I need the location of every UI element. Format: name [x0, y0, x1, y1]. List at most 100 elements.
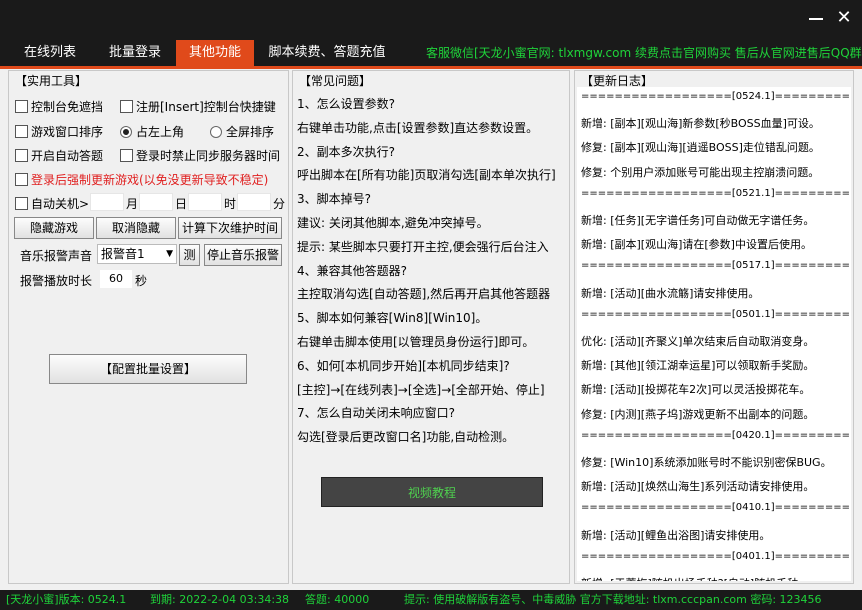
changelog-version-separator: ==================[0517.1]==============… — [581, 260, 851, 272]
changelog-version-separator: ==================[0410.1]==============… — [581, 502, 851, 514]
faq-line: [主控]→[在线列表]→[全选]→[全部开始、停止] — [297, 382, 545, 397]
checkbox[interactable] — [15, 125, 28, 138]
alarm-duration-input[interactable]: 60 — [100, 270, 132, 288]
checkbox[interactable] — [120, 149, 133, 162]
tab-renewal-recharge[interactable]: 脚本续费、答题充值 — [262, 40, 392, 66]
option-label: 占左上角 — [136, 125, 185, 139]
faq-line: 5、脚本如何兼容[Win8][Win10]。 — [297, 311, 488, 326]
changelog-panel: 【更新日志】 ==================[0524.1]=======… — [574, 70, 854, 584]
changelog-entry: 新增: [于蓉梅]随机出场千种?[自动]随机千种 — [581, 575, 798, 581]
title-bar: ✕ — [0, 0, 862, 40]
changelog-entry: 新增: [活动][焕然山海生]系列活动请安排使用。 — [581, 480, 815, 494]
config-batch-button[interactable]: 【配置批量设置】 — [49, 354, 247, 384]
changelog-entry: 新增: [任务][无字谱任务]可自动做无字谱任务。 — [581, 214, 815, 227]
shutdown-day-input[interactable] — [139, 193, 173, 211]
option-label: 全屏排序 — [226, 125, 275, 139]
status-tip: 提示: 使用破解版有盗号、中毒威胁 官方下载地址: tlxm.cccpan.co… — [404, 593, 822, 606]
alarm-sound-select[interactable]: 报警音1 ▼ — [97, 244, 177, 264]
day-unit: 日 — [175, 197, 188, 211]
status-version: [天龙小蜜]版本: 0524.1 — [6, 593, 127, 606]
changelog-version-separator: ==================[0401.1]==============… — [581, 550, 851, 562]
faq-line: 右键单击脚本使用[以管理员身份运行]即可。 — [297, 335, 535, 349]
changelog-entry: 修复: [Win10]系统添加账号时不能识别密保BUG。 — [581, 456, 832, 469]
changelog-list[interactable]: ==================[0524.1]==============… — [577, 87, 851, 581]
option-label: 游戏窗口排序 — [31, 125, 104, 139]
faq-line: 6、如何[本机同步开始][本机同步结束]? — [297, 358, 510, 373]
checkbox[interactable] — [15, 173, 28, 186]
faq-line: 提示: 某些脚本只要打开主控,便会强行后台注入 — [297, 239, 549, 254]
faq-line: 呼出脚本在[所有功能]页取消勾选[副本单次执行] — [297, 168, 556, 183]
changelog-version-separator: ==================[0501.1]==============… — [581, 308, 851, 320]
alarm-duration-label: 报警播放时长 — [20, 274, 93, 288]
option-label: 自动关机> — [31, 197, 90, 211]
changelog-entry: 新增: [活动][投掷花车2次]可以灵活投掷花车。 — [581, 383, 811, 397]
checkbox[interactable] — [15, 197, 28, 210]
option-label: 控制台免遮挡 — [31, 100, 104, 114]
faq-panel: 【常见问题】 1、怎么设置参数? 右键单击功能,点击[设置参数]直达参数设置。 2、… — [292, 70, 570, 584]
hour-unit: 时 — [224, 197, 237, 211]
disable-sync-option[interactable]: 登录时禁止同步服务器时间 — [120, 147, 280, 164]
radio-selected[interactable] — [120, 126, 132, 138]
faq-line: 建议: 关闭其他脚本,避免冲突掉号。 — [297, 216, 489, 230]
faq-line: 4、兼容其他答题器? — [297, 263, 408, 278]
calc-maintenance-button[interactable]: 计算下次维护时间 — [178, 217, 282, 239]
seconds-unit: 秒 — [135, 274, 148, 288]
tab-batch-login[interactable]: 批量登录 — [96, 40, 174, 66]
checkbox[interactable] — [15, 149, 28, 162]
test-sound-button[interactable]: 测 — [179, 244, 200, 266]
changelog-entry: 新增: [活动][曲水流觞]请安排使用。 — [581, 286, 760, 300]
video-tutorial-button[interactable]: 视频教程 — [321, 477, 543, 507]
force-update-option[interactable]: 登录后强制更新游戏(以免没更新导致不稳定) — [15, 171, 268, 188]
option-label: 开启自动答题 — [31, 149, 104, 163]
tools-title: 【实用工具】 — [15, 74, 88, 88]
status-answers: 答题: 40000 — [305, 593, 370, 606]
shutdown-hour-input[interactable] — [188, 193, 222, 211]
month-unit: 月 — [126, 197, 139, 211]
radio[interactable] — [210, 126, 222, 138]
stop-music-button[interactable]: 停止音乐报警 — [204, 244, 282, 266]
shutdown-month-input[interactable] — [90, 193, 124, 211]
minimize-button[interactable] — [804, 6, 828, 30]
faq-line: 勾选[登录后更改窗口名]功能,自动检测。 — [297, 430, 515, 445]
faq-line: 3、脚本掉号? — [297, 192, 372, 207]
shutdown-minute-input[interactable] — [237, 193, 271, 211]
full-screen-radio[interactable]: 全屏排序 — [210, 123, 274, 140]
tab-other-functions[interactable]: 其他功能 — [176, 40, 254, 66]
changelog-version-separator: ==================[0524.1]==============… — [581, 91, 851, 102]
register-hotkey-option[interactable]: 注册[Insert]控制台快捷键 — [120, 98, 276, 115]
changelog-entry: 新增: [副本][观山海]新参数[秒BOSS血量]可设。 — [581, 117, 820, 131]
faq-line: 2、副本多次执行? — [297, 144, 396, 159]
auto-shutdown-option[interactable]: 自动关机> — [15, 195, 89, 212]
checkbox[interactable] — [120, 100, 133, 113]
changelog-version-separator: ==================[0521.1]==============… — [581, 187, 851, 199]
chevron-down-icon: ▼ — [166, 249, 173, 259]
option-label: 注册[Insert]控制台快捷键 — [136, 100, 276, 114]
faq-line: 主控取消勾选[自动答题],然后再开启其他答题器 — [297, 287, 551, 302]
faq-line: 1、怎么设置参数? — [297, 97, 396, 111]
auto-answer-option[interactable]: 开启自动答题 — [15, 147, 103, 164]
tab-online-list[interactable]: 在线列表 — [0, 40, 100, 66]
changelog-entry: 新增: [活动][鲤鱼出浴图]请安排使用。 — [581, 528, 771, 542]
changelog-version-separator: ==================[0420.1]==============… — [581, 429, 851, 441]
checkbox[interactable] — [15, 100, 28, 113]
tab-bar: 在线列表 批量登录 其他功能 脚本续费、答题充值 客服微信[天龙小蜜官网: tl… — [0, 40, 862, 69]
option-label: 登录后强制更新游戏(以免没更新导致不稳定) — [31, 173, 269, 187]
faq-line: 右键单击功能,点击[设置参数]直达参数设置。 — [297, 120, 539, 135]
status-bar: [天龙小蜜]版本: 0524.1 到期: 2022-2-04 03:34:38 … — [0, 590, 862, 610]
status-expiry: 到期: 2022-2-04 03:34:38 — [150, 593, 290, 606]
unhide-button[interactable]: 取消隐藏 — [96, 217, 176, 239]
minute-unit: 分 — [273, 197, 286, 211]
close-button[interactable]: ✕ — [832, 6, 856, 30]
changelog-entry: 优化: [活动][齐聚义]单次结束后自动取消变身。 — [581, 335, 815, 348]
minimize-icon — [809, 18, 823, 20]
music-alarm-label: 音乐报警声音 — [20, 249, 93, 263]
support-notice: 客服微信[天龙小蜜官网: tlxmgw.com 续费点击官网购买 售后从官网进售… — [426, 46, 862, 60]
changelog-entry: 修复: [副本][观山海][逍遥BOSS]走位错乱问题。 — [581, 141, 820, 155]
console-no-cover-option[interactable]: 控制台免遮挡 — [15, 98, 103, 115]
changelog-entry: 修复: 个别用户添加账号可能出现主控崩溃问题。 — [581, 165, 820, 179]
sort-windows-option[interactable]: 游戏窗口排序 — [15, 123, 103, 140]
faq-line: 7、怎么自动关闭未响应窗口? — [297, 406, 456, 421]
changelog-entry: 修复: [内测][燕子坞]游戏更新不出副本的问题。 — [581, 407, 815, 421]
top-left-radio[interactable]: 占左上角 — [120, 123, 184, 140]
hide-game-button[interactable]: 隐藏游戏 — [14, 217, 94, 239]
